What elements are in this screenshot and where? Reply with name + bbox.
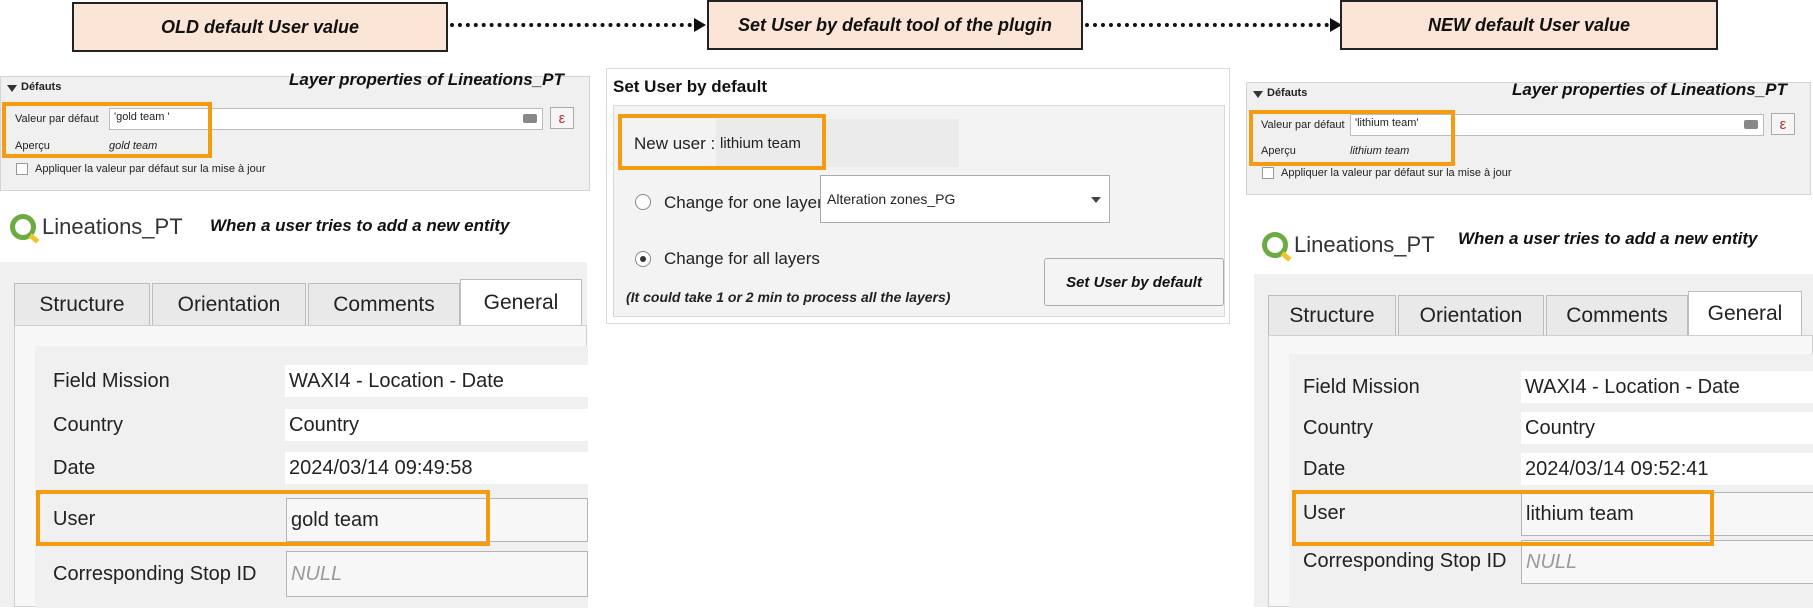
apply-on-update-label: Appliquer la valeur par défaut sur la mi… — [1281, 167, 1512, 179]
clear-icon[interactable] — [1744, 120, 1758, 129]
general-tab-content: Field Mission WAXI4 - Location - Date Co… — [14, 325, 588, 608]
entity-note: When a user tries to add a new entity — [210, 216, 510, 235]
default-value-label: Valeur par défaut — [15, 113, 99, 125]
flow-arrow-1 — [450, 23, 692, 27]
default-value-input[interactable]: 'lithium team' — [1350, 114, 1764, 136]
all-layers-label: Change for all layers — [664, 249, 820, 268]
flow-arrow-2 — [1085, 23, 1329, 27]
preview-value: lithium team — [1350, 145, 1410, 157]
apply-on-update-label: Appliquer la valeur par défaut sur la mi… — [35, 163, 266, 175]
tab-general[interactable]: General — [460, 279, 582, 325]
layer-select-value: Alteration zones_PG — [827, 191, 956, 207]
date-value[interactable]: 2024/03/14 09:49:58 — [285, 452, 588, 484]
tab-structure[interactable]: Structure — [14, 283, 150, 325]
user-value[interactable]: lithium team — [1521, 492, 1813, 536]
tab-comments[interactable]: Comments — [308, 283, 460, 325]
layer-title: Lineations_PT — [1294, 232, 1435, 257]
default-properties-panel-old: Défauts Valeur par défaut 'gold team ' ε… — [0, 76, 590, 191]
field-mission-value[interactable]: WAXI4 - Location - Date — [1521, 371, 1813, 403]
default-value-input[interactable]: 'gold team ' — [109, 108, 543, 130]
date-label: Date — [1303, 458, 1346, 480]
clear-icon[interactable] — [523, 114, 537, 123]
old-value-header: OLD default User value — [72, 2, 448, 52]
processing-note: (It could take 1 or 2 min to process all… — [626, 289, 951, 305]
dialog-body: New user : lithium team Change for one l… — [613, 105, 1225, 317]
stop-id-value[interactable]: NULL — [1521, 540, 1813, 584]
qgis-logo-icon — [1262, 232, 1288, 258]
set-user-button[interactable]: Set User by default — [1044, 258, 1224, 306]
radio-one-layer[interactable] — [635, 194, 651, 210]
user-label: User — [53, 508, 96, 530]
layer-title-row: Lineations_PT — [10, 214, 183, 240]
general-tab-content: Field Mission WAXI4 - Location - Date Co… — [1268, 335, 1813, 608]
entity-note: When a user tries to add a new entity — [1458, 229, 1758, 248]
stop-id-value[interactable]: NULL — [286, 551, 588, 597]
user-label: User — [1303, 502, 1346, 524]
arrowhead-icon — [694, 18, 706, 32]
tab-structure[interactable]: Structure — [1268, 295, 1396, 335]
layer-select[interactable]: Alteration zones_PG — [820, 175, 1110, 223]
collapse-triangle-icon[interactable] — [1253, 91, 1263, 98]
country-value[interactable]: Country — [1521, 412, 1813, 444]
date-label: Date — [53, 457, 96, 479]
country-label: Country — [53, 414, 124, 436]
tab-general[interactable]: General — [1688, 291, 1802, 335]
apply-on-update-checkbox[interactable] — [16, 163, 28, 175]
preview-label: Aperçu — [1261, 145, 1296, 157]
collapse-triangle-icon[interactable] — [7, 85, 17, 92]
set-user-dialog: Set User by default New user : lithium t… — [606, 68, 1230, 324]
stop-id-label: Corresponding Stop ID — [1303, 550, 1507, 572]
default-value-label: Valeur par défaut — [1261, 119, 1345, 131]
tab-comments[interactable]: Comments — [1546, 295, 1688, 335]
apply-on-update-checkbox[interactable] — [1262, 167, 1274, 179]
new-value-header: NEW default User value — [1340, 0, 1718, 50]
stop-id-label: Corresponding Stop ID — [53, 563, 257, 585]
tab-orientation[interactable]: Orientation — [1398, 295, 1544, 335]
dropdown-caret-icon — [1091, 197, 1101, 203]
field-mission-label: Field Mission — [1303, 376, 1420, 398]
defaults-section-title: Défauts — [21, 81, 62, 93]
radio-all-layers[interactable] — [635, 251, 651, 267]
field-mission-label: Field Mission — [53, 370, 170, 392]
tool-header: Set User by default tool of the plugin — [707, 0, 1083, 50]
country-label: Country — [1303, 417, 1374, 439]
country-value[interactable]: Country — [285, 409, 588, 441]
qgis-logo-icon — [10, 214, 36, 240]
date-value[interactable]: 2024/03/14 09:52:41 — [1521, 453, 1813, 485]
layer-properties-note: Layer properties of Lineations_PT — [289, 70, 564, 89]
expression-icon[interactable]: ε — [550, 107, 574, 129]
feature-form-old: Structure Orientation Comments General F… — [0, 262, 588, 608]
new-user-input[interactable]: lithium team — [716, 119, 959, 167]
preview-label: Aperçu — [15, 140, 50, 152]
defaults-section-title: Défauts — [1267, 87, 1308, 99]
user-value[interactable]: gold team — [286, 498, 588, 542]
layer-title: Lineations_PT — [42, 214, 183, 239]
new-user-label: New user : — [634, 134, 716, 153]
layer-title-row: Lineations_PT — [1262, 232, 1435, 258]
dialog-title: Set User by default — [613, 77, 767, 96]
layer-properties-note: Layer properties of Lineations_PT — [1512, 80, 1787, 99]
feature-form-new: Structure Orientation Comments General F… — [1254, 274, 1813, 608]
tab-orientation[interactable]: Orientation — [152, 283, 306, 325]
field-mission-value[interactable]: WAXI4 - Location - Date — [285, 365, 588, 397]
one-layer-label: Change for one layer : — [664, 193, 833, 212]
preview-value: gold team — [109, 140, 158, 152]
expression-icon[interactable]: ε — [1771, 113, 1795, 135]
